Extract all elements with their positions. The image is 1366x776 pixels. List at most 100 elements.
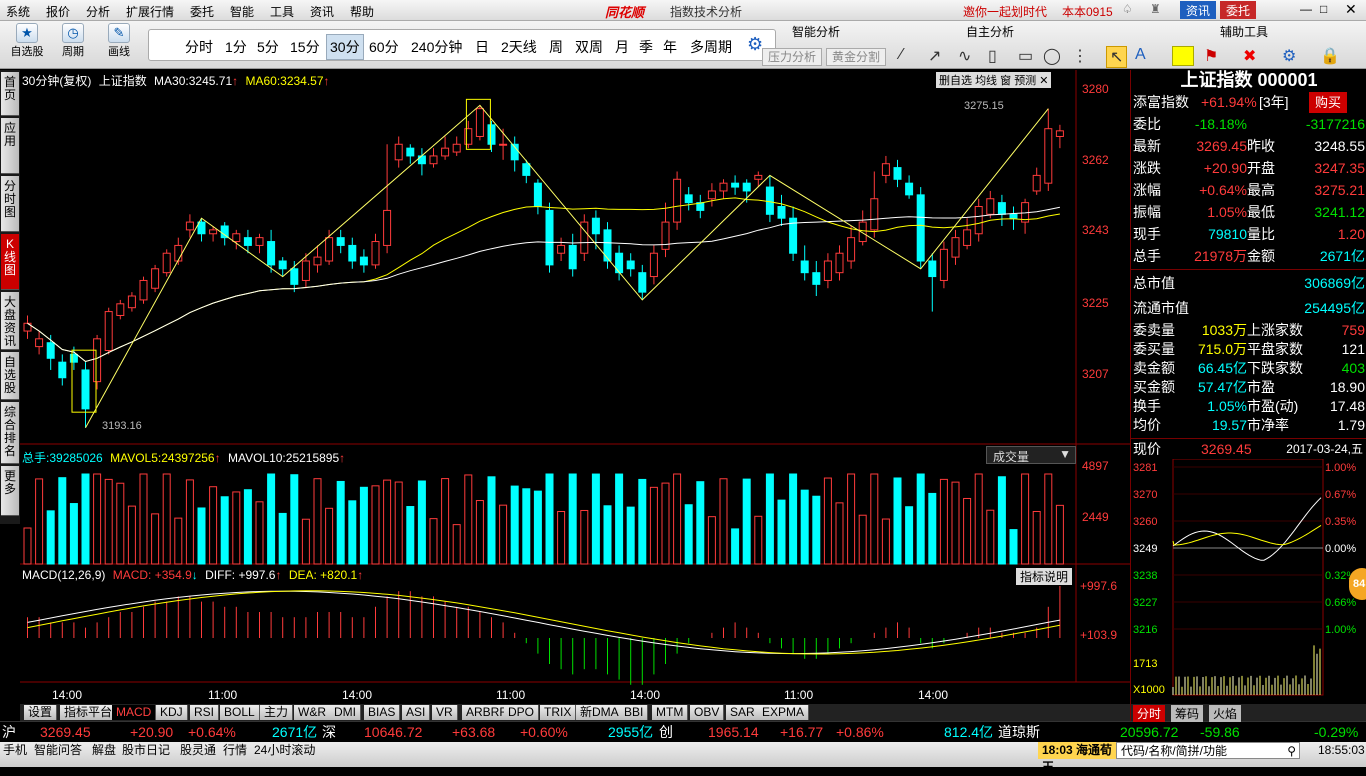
chart-canvas[interactable] [20,70,1130,704]
indicator-tab-8[interactable]: DMI [330,705,361,720]
channel-tool-icon[interactable]: ▯ [988,46,997,66]
indicator-tab-3[interactable]: KDJ [156,705,188,720]
indicator-tab-2[interactable]: MACD [112,705,157,720]
polyline-tool-icon[interactable]: ∿ [958,46,971,66]
period-2day[interactable]: 2天线 [501,37,537,57]
ray-tool-icon[interactable]: ↗ [928,46,941,66]
indicator-tab-15[interactable]: 新DMA [576,705,624,720]
menu-help[interactable]: 帮助 [350,3,374,20]
gear-icon[interactable]: ⚙ [747,34,763,55]
floating-badge[interactable]: 84 [1349,568,1366,600]
status-mobile[interactable]: 手机 [3,742,27,759]
trade-button[interactable]: 委托 [1220,1,1257,19]
status-24h[interactable]: 24小时滚动 [254,742,315,759]
status-gulingtong[interactable]: 股灵通 [180,742,216,759]
left-tab-kline[interactable]: K线图 [1,234,19,290]
marker-tool-icon[interactable]: ⚑ [1204,46,1218,66]
period-week[interactable]: 周 [549,37,563,57]
period-month[interactable]: 月 [615,37,629,57]
status-quote[interactable]: 行情 [223,742,247,759]
indicator-tab-16[interactable]: BBI [620,705,649,720]
draw-tool[interactable]: ✎ 画线 [100,21,138,59]
menu-quote[interactable]: 报价 [46,3,70,20]
bell-icon[interactable]: ♤ [1122,2,1133,16]
lock-tool-icon[interactable]: 🔒 [1320,46,1340,66]
indicator-tab-10[interactable]: ASI [402,705,431,720]
minimize-icon[interactable]: — [1300,2,1312,16]
search-input[interactable]: 代码/名称/简拼/功能 ⚲ [1116,742,1300,759]
line-tool-icon[interactable]: ∕ [900,46,903,64]
indicator-tab-11[interactable]: VR [432,705,458,720]
menu-ext-quote[interactable]: 扩展行情 [126,3,174,20]
indicator-tab-4[interactable]: RSI [190,705,220,720]
text-tool-icon[interactable]: A [1135,46,1146,64]
indicator-tab-20[interactable]: EXPMA [758,705,810,720]
circle-tool-icon[interactable]: ◯ [1043,46,1061,66]
menu-smart[interactable]: 智能 [230,3,254,20]
left-tab-ranking[interactable]: 综合排名 [1,402,19,464]
menu-system[interactable]: 系统 [6,3,30,20]
indicator-tab-5[interactable]: BOLL [220,705,260,720]
mini-intraday-chart[interactable]: 3281 3270 3260 3249 3238 3227 3216 1713 X1000 1.0… [1131,459,1366,704]
buy-button[interactable]: 购买 [1309,92,1348,113]
period-tool[interactable]: ◷ 周期 [54,21,92,59]
indicator-tab-7[interactable]: W&R [294,705,331,720]
period-day[interactable]: 日 [475,37,489,57]
news-ticker[interactable]: 18:03 海通荀玉 [1038,742,1116,774]
self-stock-tool[interactable]: ★ 自选股 [8,21,46,59]
mini-tab-flame[interactable]: 火焰 [1209,705,1242,722]
period-60m[interactable]: 60分 [369,37,399,57]
rect-tool-icon[interactable]: ▭ [1018,46,1033,66]
left-tab-self-stock[interactable]: 自选股 [1,352,19,400]
indicator-tab-14[interactable]: TRIX [540,705,577,720]
period-2week[interactable]: 双周 [575,37,603,57]
mini-tab-intraday[interactable]: 分时 [1133,705,1166,722]
shirt-icon[interactable]: ♜ [1150,2,1161,16]
left-tab-intraday[interactable]: 分时图 [1,176,19,232]
pressure-analysis-button[interactable]: 压力分析 [762,48,823,66]
invite-link[interactable]: 邀你一起划时代 [963,3,1047,20]
menu-analysis[interactable]: 分析 [86,3,110,20]
period-15m[interactable]: 15分 [290,37,320,57]
golden-split-button[interactable]: 黄金分割 [826,48,887,66]
predict-link[interactable]: 预测 [1014,75,1036,87]
delete-tool-icon[interactable]: ✖ [1243,46,1256,66]
indicator-tab-19[interactable]: SAR [726,705,760,720]
remove-self-link[interactable]: 删自选 [939,75,972,87]
mini-tab-chips[interactable]: 筹码 [1171,705,1204,722]
maximize-icon[interactable]: □ [1320,2,1327,16]
kline-chart-area[interactable]: 30分钟(复权) 上证指数 MA30:3245.71↑ MA60:3234.57… [20,70,1130,704]
period-5m[interactable]: 5分 [257,37,279,57]
status-qa[interactable]: 智能问答 [34,742,82,759]
menu-news[interactable]: 资讯 [310,3,334,20]
period-1m[interactable]: 1分 [225,37,247,57]
menu-tools[interactable]: 工具 [270,3,294,20]
close-x-icon[interactable]: ✕ [1039,75,1048,87]
indicator-tab-18[interactable]: OBV [690,705,725,720]
color-picker[interactable] [1172,46,1194,66]
indicator-dropdown[interactable]: 成交量 ▼ [986,446,1076,464]
period-intraday[interactable]: 分时 [185,37,213,57]
menu-trade[interactable]: 委托 [190,3,214,20]
left-tab-market-news[interactable]: 大盘资讯 [1,292,19,350]
indicator-tab-6[interactable]: 主力 [260,705,294,720]
period-year[interactable]: 年 [663,37,677,57]
left-tab-apps[interactable]: 应用 [1,118,19,174]
indicator-tab-17[interactable]: MTM [652,705,689,720]
news-button[interactable]: 资讯 [1180,1,1217,19]
left-tab-more[interactable]: 更多 [1,466,19,516]
ma-link[interactable]: 均线 [975,75,997,87]
window-link[interactable]: 窗 [1000,75,1011,87]
indicator-help-button[interactable]: 指标说明 [1016,568,1073,585]
indicator-tab-13[interactable]: DPO [504,705,540,720]
period-multi[interactable]: 多周期 [690,37,732,57]
left-tab-home[interactable]: 首页 [1,72,19,116]
period-30m[interactable]: 30分 [326,34,364,60]
settings-tool-icon[interactable]: ⚙ [1282,46,1296,66]
indicator-tab-0[interactable]: 设置 [24,705,58,720]
period-quarter[interactable]: 季 [639,37,653,57]
indicator-tab-9[interactable]: BIAS [364,705,401,720]
indicator-tab-1[interactable]: 指标平台 [60,705,118,720]
period-240m[interactable]: 240分钟 [411,37,462,57]
close-icon[interactable]: ✕ [1345,1,1357,18]
